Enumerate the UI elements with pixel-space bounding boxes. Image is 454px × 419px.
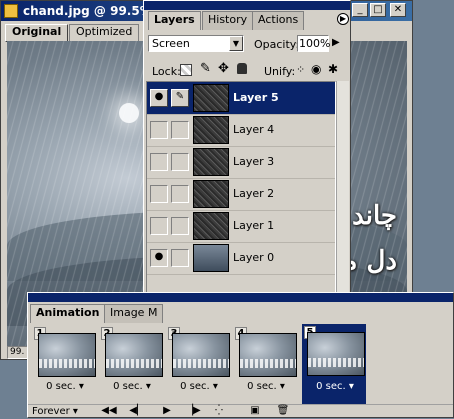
palette-titlebar[interactable]	[28, 293, 453, 302]
link-toggle[interactable]	[171, 217, 189, 235]
frame-delay-select[interactable]: 0 sec. ▾	[168, 381, 230, 392]
unify-style-icon[interactable]: ✱	[328, 62, 338, 76]
tab-original[interactable]: Original	[5, 24, 69, 42]
layer-name: Layer 1	[233, 219, 275, 232]
tab-layers[interactable]: Layers	[148, 11, 201, 30]
zoom-status-text: 99.	[10, 347, 25, 357]
animation-palette: Animation Image M 1 0 sec. ▾ 2 0 sec. ▾ …	[27, 292, 454, 418]
layer-name: Layer 3	[233, 155, 275, 168]
document-icon	[4, 4, 18, 18]
layer-row-5[interactable]: ● ✎ Layer 5	[147, 82, 335, 115]
layer-name: Layer 2	[233, 187, 275, 200]
layer-row-0[interactable]: ● Layer 0	[147, 242, 335, 275]
frame-thumbnail	[38, 333, 96, 377]
lock-paint-icon[interactable]: ✎	[200, 61, 211, 76]
lock-transparency-icon[interactable]	[180, 64, 192, 76]
close-button[interactable]: ✕	[390, 3, 406, 17]
link-toggle[interactable]	[171, 121, 189, 139]
layer-name: Layer 4	[233, 123, 275, 136]
delete-frame-icon[interactable]: 🗑	[274, 405, 292, 419]
opacity-input[interactable]: 100%	[297, 35, 331, 52]
loop-select[interactable]: Forever ▾	[32, 406, 78, 417]
layer-name: Layer 0	[233, 251, 275, 264]
frame-delay-select[interactable]: 0 sec. ▾	[101, 381, 163, 392]
tween-icon[interactable]: ⁛	[210, 405, 228, 419]
layer-row-2[interactable]: Layer 2	[147, 178, 335, 211]
play-icon[interactable]: ▶	[158, 405, 176, 419]
visibility-toggle[interactable]	[150, 153, 168, 171]
tab-animation[interactable]: Animation	[30, 304, 106, 323]
layer-thumbnail	[193, 244, 229, 272]
duplicate-frame-icon[interactable]: ▣	[246, 405, 264, 419]
first-frame-icon[interactable]: ◀◀	[100, 405, 118, 419]
minimize-icon: _	[357, 4, 363, 15]
palette-menu-icon[interactable]: ▶	[337, 13, 349, 25]
tab-image-map[interactable]: Image M	[104, 304, 164, 323]
unify-visibility-icon[interactable]: ◉	[311, 62, 321, 76]
layer-row-1[interactable]: Layer 1	[147, 210, 335, 243]
unify-position-icon[interactable]: ⁘	[296, 63, 305, 76]
layer-list: ● ✎ Layer 5 Layer 4 Layer 3 Layer 2 Laye…	[146, 81, 336, 299]
layer-thumbnail	[193, 116, 229, 144]
link-toggle[interactable]	[171, 153, 189, 171]
animation-frame-5[interactable]: 5 0 sec. ▾	[302, 324, 366, 404]
close-icon: ✕	[393, 4, 403, 15]
lock-move-icon[interactable]: ✥	[218, 61, 229, 76]
previous-frame-icon[interactable]: ◀▏	[128, 405, 146, 419]
layers-palette: Layers History Actions ▶ Screen ▼ Opacit…	[143, 0, 351, 320]
blend-mode-value: Screen	[152, 37, 190, 50]
animation-frame-1[interactable]: 1 0 sec. ▾	[34, 327, 96, 399]
frame-thumbnail	[307, 332, 365, 376]
tab-actions[interactable]: Actions	[252, 11, 305, 30]
layer-row-4[interactable]: Layer 4	[147, 114, 335, 147]
animation-bottom-toolbar: Forever ▾ ◀◀ ◀▏ ▶ ▕▶ ⁛ ▣ 🗑	[28, 404, 453, 418]
frame-delay-select[interactable]: 0 sec. ▾	[34, 381, 96, 392]
frame-delay-select[interactable]: 0 sec. ▾	[235, 381, 297, 392]
animation-frame-4[interactable]: 4 0 sec. ▾	[235, 327, 297, 399]
opacity-label: Opacity:	[254, 38, 300, 51]
brush-icon[interactable]: ✎	[171, 89, 189, 107]
frame-delay-select[interactable]: 0 sec. ▾	[304, 381, 366, 392]
frame-thumbnail	[105, 333, 163, 377]
chevron-down-icon: ▼	[229, 36, 243, 51]
minimize-button[interactable]: _	[352, 3, 368, 17]
restore-button[interactable]: □	[370, 3, 386, 17]
restore-icon: □	[373, 4, 383, 15]
frame-thumbnail	[172, 333, 230, 377]
layer-thumbnail	[193, 212, 229, 240]
visibility-toggle[interactable]	[150, 185, 168, 203]
frame-thumbnail	[239, 333, 297, 377]
layer-thumbnail	[193, 84, 229, 112]
visibility-toggle[interactable]	[150, 121, 168, 139]
image-window-title: chand.jpg @ 99.5% (	[23, 4, 162, 18]
layer-name: Layer 5	[233, 91, 279, 104]
layer-thumbnail	[193, 180, 229, 208]
eye-icon[interactable]: ●	[150, 249, 168, 267]
lock-all-icon[interactable]	[237, 63, 247, 74]
layer-thumbnail	[193, 148, 229, 176]
animation-frame-3[interactable]: 3 0 sec. ▾	[168, 327, 230, 399]
link-toggle[interactable]	[171, 249, 189, 267]
opacity-slider-button[interactable]: ▶	[332, 37, 340, 48]
visibility-toggle[interactable]	[150, 217, 168, 235]
palette-titlebar[interactable]	[144, 1, 350, 10]
blend-mode-select[interactable]: Screen ▼	[148, 35, 244, 52]
layer-list-scrollbar[interactable]	[336, 81, 349, 299]
unify-label: Unify:	[264, 65, 296, 78]
tab-history[interactable]: History	[202, 11, 254, 30]
opacity-value: 100%	[299, 37, 331, 50]
link-toggle[interactable]	[171, 185, 189, 203]
eye-icon[interactable]: ●	[150, 89, 168, 107]
layer-row-3[interactable]: Layer 3	[147, 146, 335, 179]
animation-frame-2[interactable]: 2 0 sec. ▾	[101, 327, 163, 399]
lock-label: Lock:	[152, 65, 181, 78]
tab-optimized[interactable]: Optimized	[69, 24, 140, 42]
next-frame-icon[interactable]: ▕▶	[184, 405, 202, 419]
